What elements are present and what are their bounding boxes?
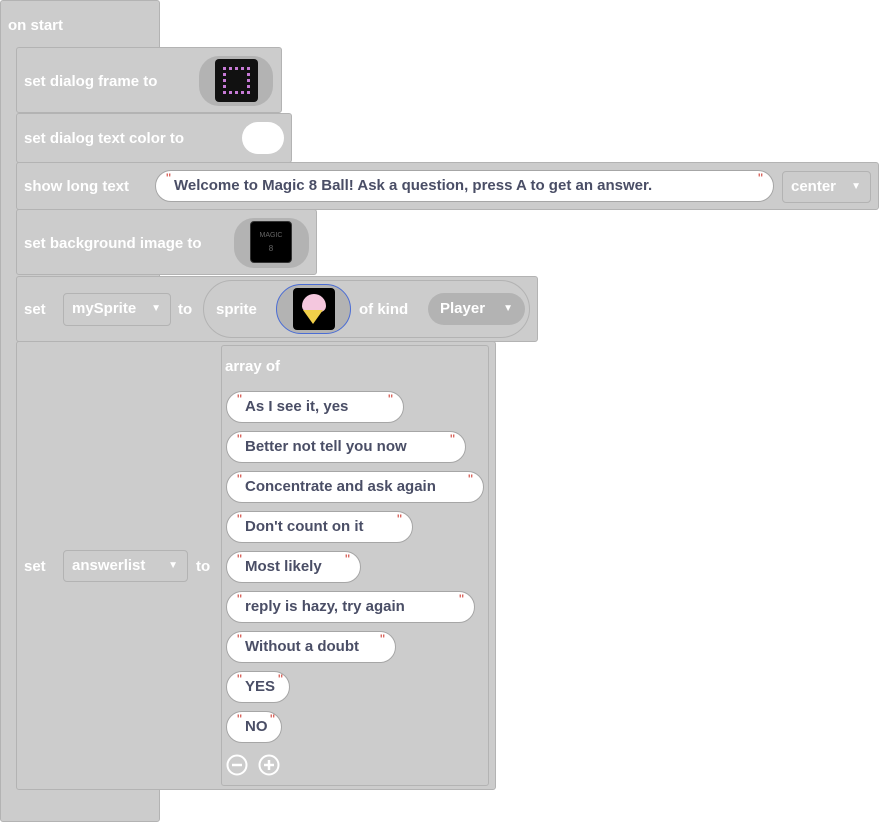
answer-item[interactable]: " Without a doubt "	[226, 631, 396, 663]
answer-item-text: As I see it, yes	[245, 398, 349, 415]
answerlist-variable-value: answerlist	[72, 557, 146, 574]
close-quote-icon: "	[758, 170, 763, 186]
answer-item-text: YES	[245, 678, 276, 695]
dialog-frame-border-icon	[223, 67, 250, 94]
answer-item[interactable]: " reply is hazy, try again "	[226, 591, 475, 623]
on-start-label: on start	[8, 17, 64, 34]
answer-item[interactable]: " As I see it, yes "	[226, 391, 404, 423]
open-quote-icon: "	[237, 471, 242, 487]
answer-item[interactable]: " Better not tell you now "	[226, 431, 466, 463]
long-text-field[interactable]: " Welcome to Magic 8 Ball! Ask a questio…	[155, 170, 774, 202]
answer-item-text: NO	[245, 718, 268, 735]
sprite-kind-dropdown[interactable]: Player ▼	[428, 293, 525, 325]
close-quote-icon: "	[278, 671, 283, 687]
sprite-kind-value: Player	[440, 300, 486, 317]
background-image-thumbnail[interactable]: MAGIC 8	[250, 221, 292, 263]
close-quote-icon: "	[450, 431, 455, 447]
open-quote-icon: "	[237, 591, 242, 607]
chevron-down-icon: ▼	[151, 303, 161, 314]
chevron-down-icon: ▼	[851, 181, 861, 192]
show-long-text-label: show long text	[24, 178, 129, 195]
text-position-dropdown[interactable]: center ▼	[782, 171, 871, 203]
add-item-button[interactable]	[258, 754, 280, 776]
answer-item-text: Concentrate and ask again	[245, 478, 436, 495]
set-answerlist-to-label: to	[196, 558, 211, 575]
answer-item[interactable]: " NO "	[226, 711, 282, 743]
dialog-frame-image[interactable]	[215, 59, 258, 102]
close-quote-icon: "	[459, 591, 464, 607]
set-answerlist-set-label: set	[24, 558, 46, 575]
open-quote-icon: "	[237, 631, 242, 647]
set-sprite-set-label: set	[24, 301, 46, 318]
close-quote-icon: "	[270, 711, 275, 727]
array-of-label: array of	[225, 358, 281, 375]
long-text-value: Welcome to Magic 8 Ball! Ask a question,…	[174, 177, 653, 194]
answer-item[interactable]: " YES "	[226, 671, 290, 703]
answer-item[interactable]: " Don't count on it "	[226, 511, 413, 543]
answer-item-text: Better not tell you now	[245, 438, 407, 455]
set-background-image-label: set background image to	[24, 235, 202, 252]
open-quote-icon: "	[237, 551, 242, 567]
close-quote-icon: "	[380, 631, 385, 647]
answer-item-text: reply is hazy, try again	[245, 598, 405, 615]
answer-item-text: Without a doubt	[245, 638, 359, 655]
chevron-down-icon: ▼	[503, 303, 513, 314]
minus-circle-icon	[226, 754, 248, 776]
open-quote-icon: "	[237, 431, 242, 447]
of-kind-label: of kind	[359, 301, 409, 318]
close-quote-icon: "	[468, 471, 473, 487]
answer-item[interactable]: " Most likely "	[226, 551, 361, 583]
set-dialog-text-color-label: set dialog text color to	[24, 130, 185, 147]
close-quote-icon: "	[397, 511, 402, 527]
answer-item-text: Most likely	[245, 558, 322, 575]
text-color-swatch[interactable]	[242, 122, 284, 154]
sprite-label: sprite	[216, 301, 257, 318]
answerlist-variable-dropdown[interactable]: answerlist ▼	[63, 550, 188, 582]
text-position-value: center	[791, 178, 837, 195]
open-quote-icon: "	[237, 671, 242, 687]
set-sprite-to-label: to	[178, 301, 193, 318]
close-quote-icon: "	[345, 551, 350, 567]
plus-circle-icon	[258, 754, 280, 776]
open-quote-icon: "	[237, 511, 242, 527]
open-quote-icon: "	[237, 391, 242, 407]
background-image-text: MAGIC	[259, 232, 283, 239]
answer-item-text: Don't count on it	[245, 518, 364, 535]
ice-cream-cone-icon	[303, 310, 323, 324]
sprite-variable-value: mySprite	[72, 300, 137, 317]
chevron-down-icon: ▼	[168, 560, 178, 571]
open-quote-icon: "	[166, 170, 171, 186]
ice-cream-sprite-icon[interactable]	[293, 288, 335, 330]
answer-item[interactable]: " Concentrate and ask again "	[226, 471, 484, 503]
set-dialog-frame-label: set dialog frame to	[24, 73, 158, 90]
open-quote-icon: "	[237, 711, 242, 727]
sprite-variable-dropdown[interactable]: mySprite ▼	[63, 293, 171, 326]
remove-item-button[interactable]	[226, 754, 248, 776]
close-quote-icon: "	[388, 391, 393, 407]
background-image-number: 8	[268, 244, 274, 253]
